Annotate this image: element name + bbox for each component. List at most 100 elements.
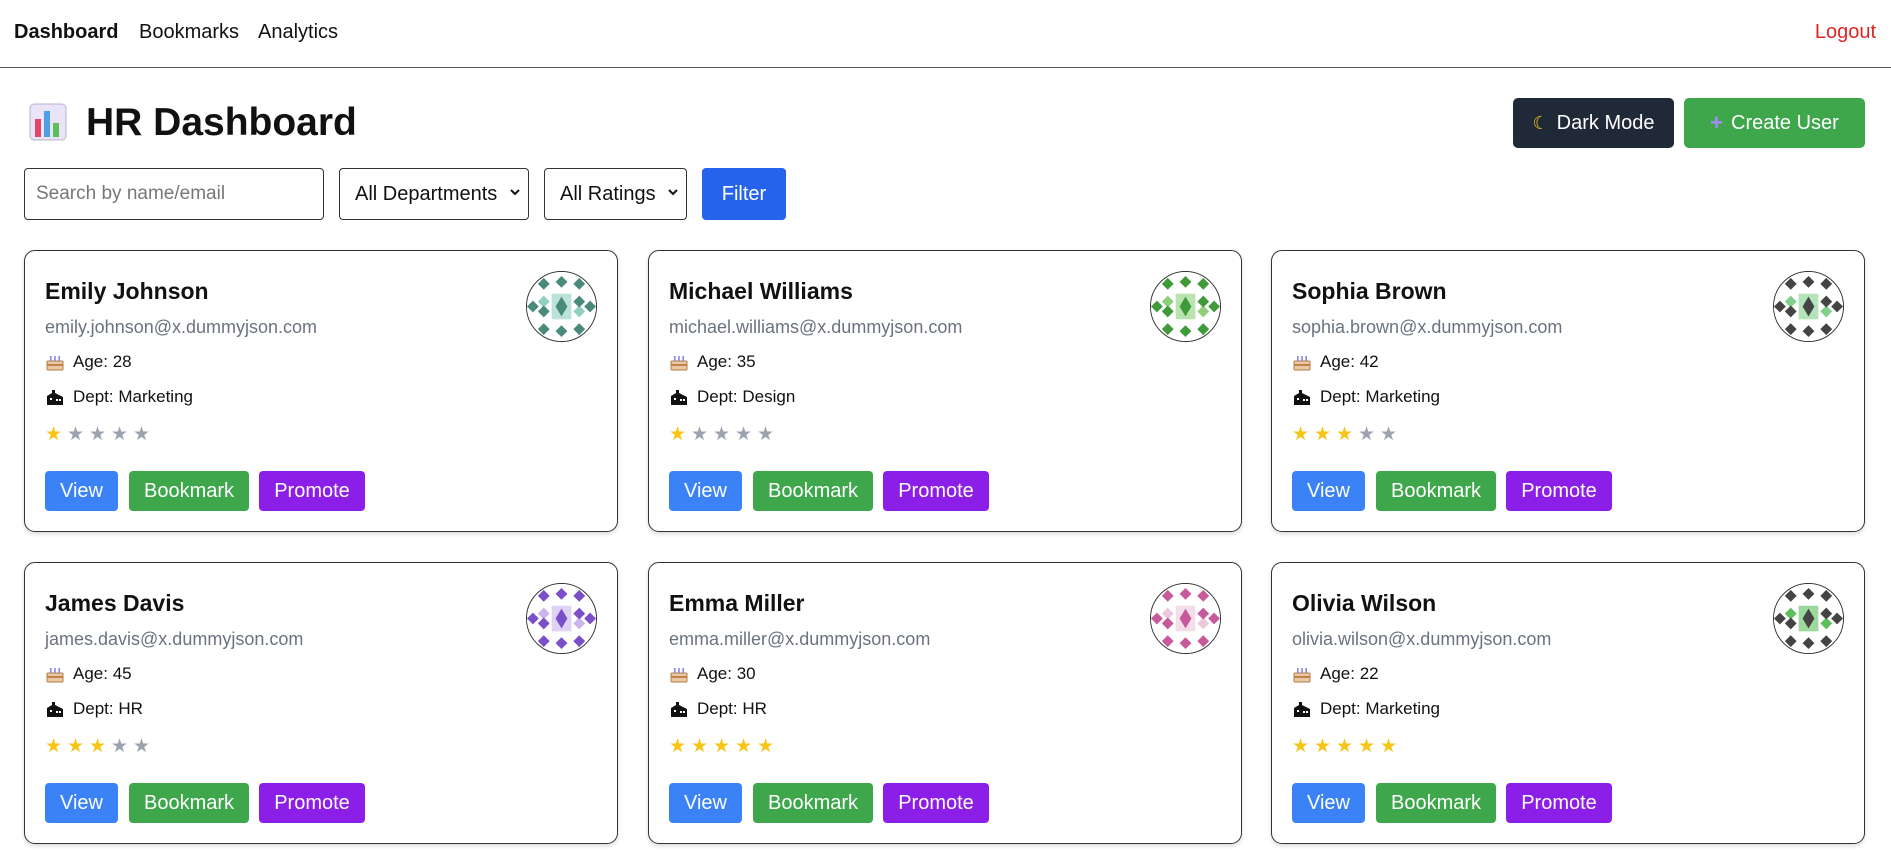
building-icon bbox=[47, 390, 63, 405]
star-icon: ★ bbox=[133, 736, 151, 757]
user-age: Age: 22 bbox=[1292, 663, 1379, 685]
chevron-down-icon bbox=[510, 189, 520, 196]
department-select-value: All Departments bbox=[355, 182, 498, 205]
avatar-identicon bbox=[527, 272, 596, 341]
logout-link[interactable]: Logout bbox=[1815, 20, 1876, 44]
department-select[interactable]: All Departments bbox=[339, 168, 529, 220]
user-card: Olivia Wilson olivia.wilson@x.dummyjson.… bbox=[1271, 562, 1865, 844]
dept-text: Dept: HR bbox=[73, 699, 143, 718]
avatar-identicon bbox=[1774, 584, 1843, 653]
star-icon: ★ bbox=[111, 736, 129, 757]
star-icon: ★ bbox=[1336, 736, 1354, 757]
user-email: emily.johnson@x.dummyjson.com bbox=[45, 317, 318, 337]
rating-select-value: All Ratings bbox=[560, 182, 656, 205]
star-icon: ★ bbox=[45, 424, 63, 445]
nav-dashboard[interactable]: Dashboard bbox=[14, 20, 118, 44]
star-icon: ★ bbox=[757, 424, 775, 445]
bookmark-button[interactable]: Bookmark bbox=[1376, 471, 1496, 511]
user-dept: Dept: Marketing bbox=[45, 386, 193, 408]
cake-icon bbox=[1293, 668, 1311, 683]
promote-button[interactable]: Promote bbox=[883, 471, 989, 511]
star-icon: ★ bbox=[691, 736, 709, 757]
user-email: emma.miller@x.dummyjson.com bbox=[669, 629, 931, 649]
rating-select[interactable]: All Ratings bbox=[544, 168, 687, 220]
moon-icon: ☾ bbox=[1532, 112, 1549, 133]
cake-icon bbox=[1293, 356, 1311, 371]
bookmark-button[interactable]: Bookmark bbox=[753, 783, 873, 823]
view-button[interactable]: View bbox=[45, 471, 118, 511]
avatar-identicon bbox=[1151, 584, 1220, 653]
star-icon: ★ bbox=[1380, 424, 1398, 445]
user-card: James Davis james.davis@x.dummyjson.com … bbox=[24, 562, 618, 844]
age-text: Age: 30 bbox=[697, 664, 756, 683]
search-input[interactable] bbox=[24, 168, 324, 220]
promote-button[interactable]: Promote bbox=[259, 783, 365, 823]
age-text: Age: 42 bbox=[1320, 352, 1379, 371]
view-button[interactable]: View bbox=[1292, 783, 1365, 823]
age-text: Age: 35 bbox=[697, 352, 756, 371]
avatar bbox=[1773, 583, 1844, 654]
create-user-label: Create User bbox=[1731, 111, 1839, 134]
rating-stars: ★ ★ ★ ★ ★ bbox=[45, 424, 155, 446]
user-email: olivia.wilson@x.dummyjson.com bbox=[1292, 629, 1552, 649]
star-icon: ★ bbox=[1314, 424, 1332, 445]
promote-button[interactable]: Promote bbox=[1506, 471, 1612, 511]
dept-text: Dept: HR bbox=[697, 699, 767, 718]
nav-bookmarks[interactable]: Bookmarks bbox=[139, 20, 239, 44]
star-icon: ★ bbox=[67, 424, 85, 445]
age-text: Age: 22 bbox=[1320, 664, 1379, 683]
user-email: sophia.brown@x.dummyjson.com bbox=[1292, 317, 1563, 337]
avatar-identicon bbox=[1151, 272, 1220, 341]
avatar bbox=[1150, 271, 1221, 342]
user-dept: Dept: HR bbox=[669, 698, 767, 720]
user-dept: Dept: Marketing bbox=[1292, 698, 1440, 720]
user-name: Michael Williams bbox=[669, 278, 853, 304]
age-text: Age: 28 bbox=[73, 352, 132, 371]
bookmark-button[interactable]: Bookmark bbox=[129, 783, 249, 823]
user-age: Age: 45 bbox=[45, 663, 132, 685]
avatar bbox=[1773, 271, 1844, 342]
star-icon: ★ bbox=[45, 736, 63, 757]
user-name: Emma Miller bbox=[669, 590, 805, 616]
user-age: Age: 28 bbox=[45, 351, 132, 373]
star-icon: ★ bbox=[111, 424, 129, 445]
view-button[interactable]: View bbox=[45, 783, 118, 823]
star-icon: ★ bbox=[1358, 424, 1376, 445]
cake-icon bbox=[670, 668, 688, 683]
building-icon bbox=[671, 390, 687, 405]
dept-text: Dept: Marketing bbox=[1320, 387, 1440, 406]
bookmark-button[interactable]: Bookmark bbox=[753, 471, 873, 511]
promote-button[interactable]: Promote bbox=[1506, 783, 1612, 823]
star-icon: ★ bbox=[133, 424, 151, 445]
star-icon: ★ bbox=[67, 736, 85, 757]
rating-stars: ★ ★ ★ ★ ★ bbox=[669, 736, 779, 758]
filter-button[interactable]: Filter bbox=[702, 168, 786, 220]
create-user-button[interactable]: + Create User bbox=[1684, 98, 1865, 148]
view-button[interactable]: View bbox=[669, 471, 742, 511]
building-icon bbox=[671, 702, 687, 717]
avatar bbox=[1150, 583, 1221, 654]
star-icon: ★ bbox=[735, 424, 753, 445]
user-dept: Dept: HR bbox=[45, 698, 143, 720]
promote-button[interactable]: Promote bbox=[259, 471, 365, 511]
rating-stars: ★ ★ ★ ★ ★ bbox=[1292, 424, 1402, 446]
user-age: Age: 42 bbox=[1292, 351, 1379, 373]
star-icon: ★ bbox=[89, 736, 107, 757]
cake-icon bbox=[46, 356, 64, 371]
view-button[interactable]: View bbox=[1292, 471, 1365, 511]
dark-mode-button[interactable]: ☾ Dark Mode bbox=[1513, 98, 1674, 148]
bar-chart-icon bbox=[29, 103, 67, 141]
avatar-identicon bbox=[527, 584, 596, 653]
rating-stars: ★ ★ ★ ★ ★ bbox=[1292, 736, 1402, 758]
star-icon: ★ bbox=[757, 736, 775, 757]
nav-analytics[interactable]: Analytics bbox=[258, 20, 338, 44]
user-card: Michael Williams michael.williams@x.dumm… bbox=[648, 250, 1242, 532]
view-button[interactable]: View bbox=[669, 783, 742, 823]
user-dept: Dept: Design bbox=[669, 386, 795, 408]
bookmark-button[interactable]: Bookmark bbox=[1376, 783, 1496, 823]
user-name: Olivia Wilson bbox=[1292, 590, 1437, 616]
rating-stars: ★ ★ ★ ★ ★ bbox=[45, 736, 155, 758]
promote-button[interactable]: Promote bbox=[883, 783, 989, 823]
avatar bbox=[526, 271, 597, 342]
bookmark-button[interactable]: Bookmark bbox=[129, 471, 249, 511]
